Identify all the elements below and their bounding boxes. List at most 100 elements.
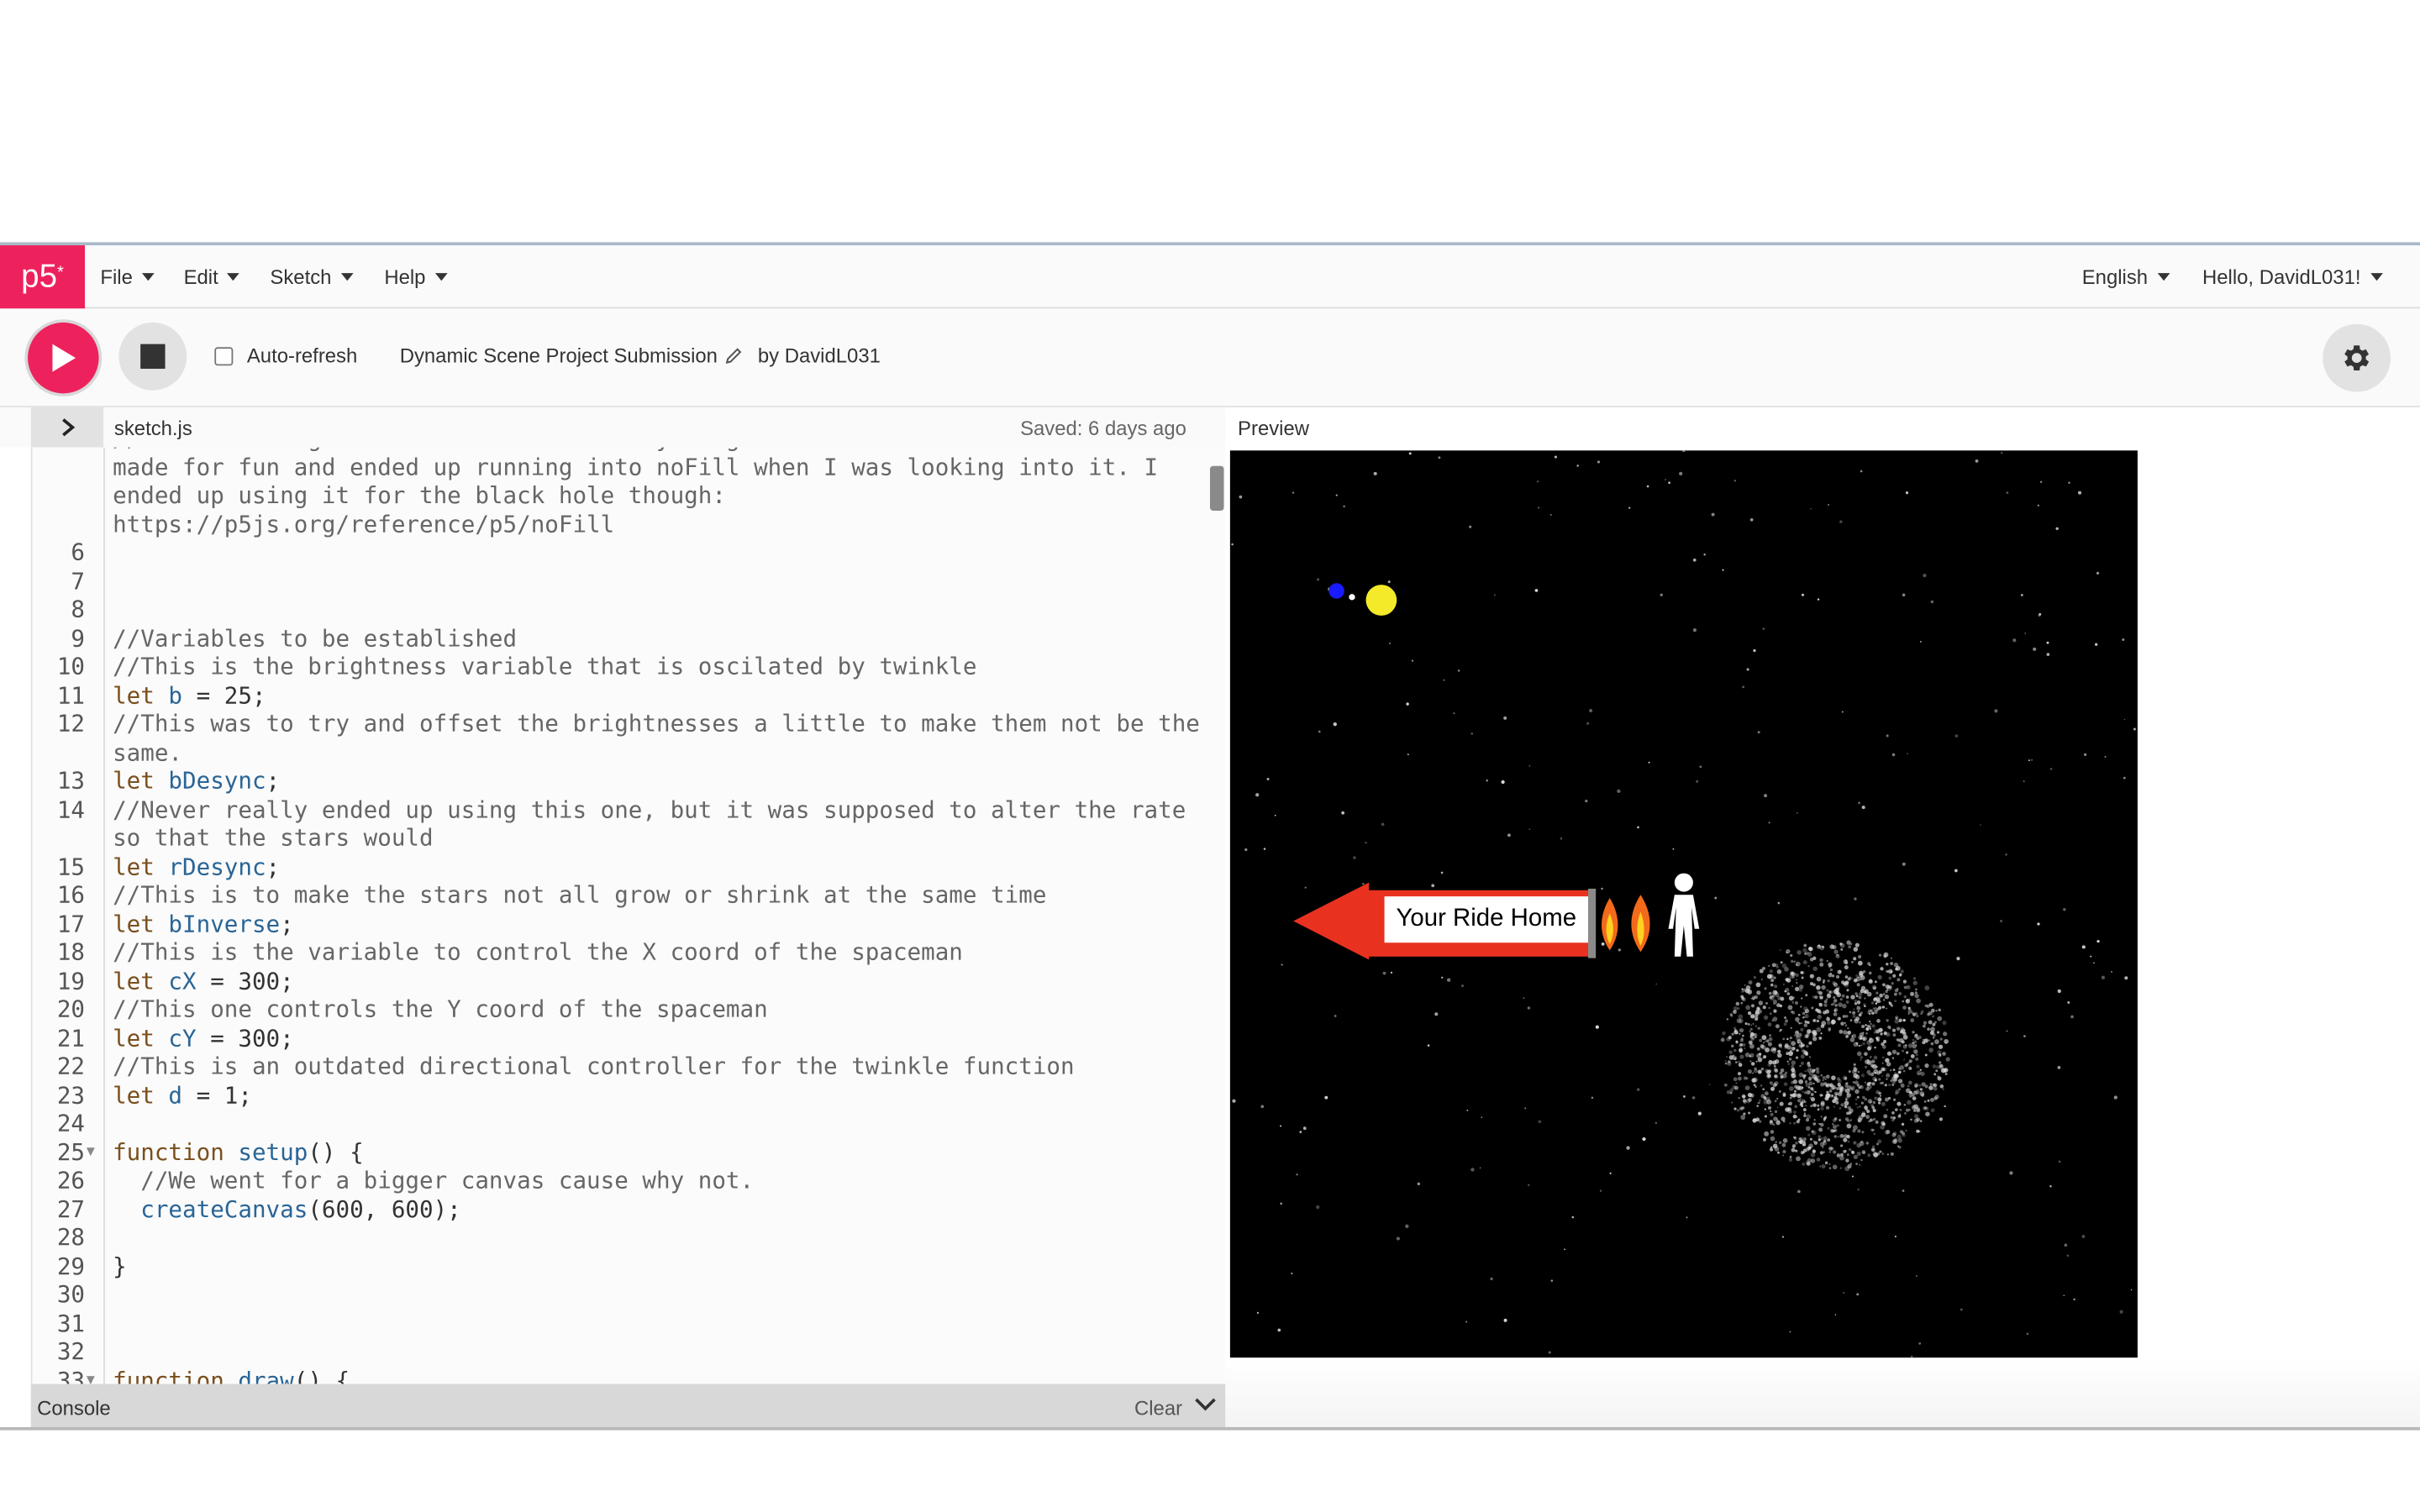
menu-file-label: File	[100, 265, 133, 289]
code-line[interactable]: 11 let b = 25;	[33, 681, 1226, 710]
code-line[interactable]: 30	[33, 1280, 1226, 1309]
line-number: 17	[56, 909, 86, 937]
line-number: 13	[56, 766, 86, 795]
code-line[interactable]: 9 //Variables to be established	[33, 624, 1226, 653]
code-text: //This is an outdated directional contro…	[113, 1052, 1075, 1080]
code-line[interactable]: 7	[33, 567, 1226, 596]
auto-refresh-checkbox[interactable]	[214, 346, 234, 365]
line-number: 5	[33, 448, 85, 538]
chevron-down-icon[interactable]	[1193, 1394, 1218, 1415]
window-bottom-border	[0, 1426, 2420, 1431]
code-line[interactable]: 14 //Never really ended up using this one…	[33, 795, 1226, 853]
console-clear-button[interactable]: Clear	[1134, 1396, 1182, 1420]
code-text: let bInverse;	[113, 909, 294, 937]
play-button[interactable]	[28, 322, 99, 394]
line-number: 11	[56, 680, 86, 709]
settings-button[interactable]	[2323, 323, 2391, 392]
code-text: //Variables to be established	[113, 623, 518, 653]
play-icon	[52, 344, 76, 372]
pencil-icon[interactable]	[725, 347, 742, 365]
code-text: let bDesync;	[113, 766, 281, 795]
code-line[interactable]: 20 //This one controls the Y coord of the…	[33, 995, 1226, 1024]
menu-edit[interactable]: Edit	[184, 245, 240, 308]
code-line[interactable]: 15 let rDesync;	[33, 853, 1226, 881]
code-line[interactable]: 25 ▼ function setup() {	[33, 1138, 1226, 1167]
code-line[interactable]: 33 ▼ function draw() {	[33, 1366, 1226, 1383]
fold-arrow-icon[interactable]: ▼	[85, 1366, 105, 1384]
scene-objects	[1293, 583, 1950, 1172]
file-tab-name[interactable]: sketch.js	[114, 417, 192, 440]
code-line[interactable]: 6	[33, 538, 1226, 567]
code-line[interactable]: 5 //I was looking into how to create orre…	[33, 448, 1226, 538]
sketch-title[interactable]: Dynamic Scene Project Submission	[400, 344, 743, 367]
console-label: Console	[37, 1396, 111, 1420]
code-line[interactable]: 28	[33, 1224, 1226, 1252]
code-line[interactable]: 22 //This is an outdated directional cont…	[33, 1053, 1226, 1081]
user-menu[interactable]: Hello, DavidL031!	[2202, 245, 2383, 308]
code-line[interactable]: 17 let bInverse;	[33, 910, 1226, 938]
menu-help[interactable]: Help	[384, 245, 448, 308]
code-line[interactable]: 13 let bDesync;	[33, 767, 1226, 795]
code-line[interactable]: 27 createCanvas(600, 600);	[33, 1195, 1226, 1224]
line-number: 9	[71, 623, 86, 653]
auto-refresh-toggle[interactable]: Auto-refresh	[214, 344, 357, 367]
code-line[interactable]: 31	[33, 1309, 1226, 1337]
code-editor[interactable]: 5 //I was looking into how to create orre…	[30, 447, 1226, 1384]
code-line[interactable]: 8	[33, 596, 1226, 624]
caret-down-icon	[227, 273, 240, 281]
code-text: //This is the variable to control the X …	[113, 937, 963, 966]
fold-arrow-icon[interactable]: ▼	[85, 1138, 105, 1167]
code-text: //This one controls the Y coord of the s…	[113, 995, 768, 1023]
code-text: //This is the brightness variable that i…	[113, 652, 977, 681]
code-line[interactable]: 18 //This is the variable to control the …	[33, 938, 1226, 967]
chevron-right-icon	[61, 418, 75, 437]
menu-file[interactable]: File	[100, 245, 155, 308]
line-number: 33	[56, 1366, 86, 1384]
code-text: //We went for a bigger canvas cause why …	[113, 1166, 755, 1194]
line-number: 30	[56, 1280, 86, 1309]
line-number: 7	[71, 567, 86, 596]
author-link[interactable]: DavidL031	[785, 344, 881, 368]
code-text: function setup() {	[113, 1137, 364, 1166]
code-line[interactable]: 19 let cX = 300;	[33, 967, 1226, 995]
p5-logo[interactable]: p5 *	[0, 245, 86, 309]
code-line[interactable]: 32	[33, 1337, 1226, 1366]
code-lines[interactable]: 5 //I was looking into how to create orre…	[33, 448, 1226, 1384]
code-line[interactable]: 21 let cY = 300;	[33, 1024, 1226, 1053]
blue-planet	[1328, 583, 1344, 599]
language-select[interactable]: English	[2082, 245, 2170, 308]
code-text: //This was to try and offset the brightn…	[113, 709, 1214, 766]
editor-scrollbar[interactable]	[1210, 465, 1224, 511]
spaceman	[1668, 873, 1700, 957]
caret-down-icon	[340, 273, 354, 281]
preview-canvas[interactable]: Your Ride Home	[1229, 450, 2138, 1358]
code-line[interactable]: 29}	[33, 1252, 1226, 1281]
code-line[interactable]: 10 //This is the brightness variable that…	[33, 653, 1226, 681]
moon	[1349, 594, 1355, 601]
by-label: by	[757, 344, 780, 368]
menu-sketch[interactable]: Sketch	[270, 245, 354, 308]
code-line[interactable]: 26 //We went for a bigger canvas cause w…	[33, 1167, 1226, 1195]
stop-button[interactable]	[118, 322, 187, 391]
code-text: //I was looking into how to create orrey…	[113, 448, 1159, 538]
expand-sidebar-button[interactable]	[30, 407, 104, 448]
code-line[interactable]: 23 let d = 1;	[33, 1081, 1226, 1110]
line-number: 10	[56, 652, 86, 681]
code-line[interactable]: 24	[33, 1110, 1226, 1138]
code-line[interactable]: 12 //This was to try and offset the brigh…	[33, 710, 1226, 767]
code-text: let cY = 300;	[113, 1023, 294, 1052]
code-text: let b = 25;	[113, 680, 266, 709]
code-line[interactable]: 16 //This is to make the stars not all gr…	[33, 881, 1226, 910]
